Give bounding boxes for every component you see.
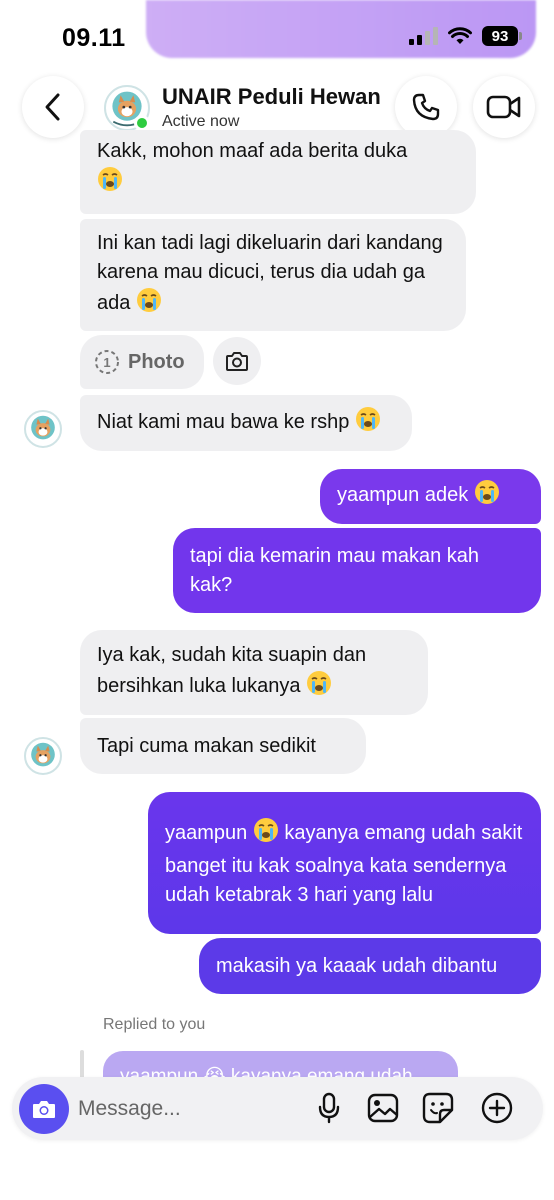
crying-face-icon <box>136 287 162 322</box>
message-outgoing[interactable]: makasih ya kaaak udah dibantu <box>199 938 541 994</box>
video-camera-icon <box>486 95 521 119</box>
message-incoming[interactable]: Ini kan tadi lagi dikeluarin dari kandan… <box>80 219 466 331</box>
message-incoming[interactable]: Kakk, mohon maaf ada berita duka <box>80 130 476 214</box>
video-call-button[interactable] <box>473 76 535 138</box>
camera-icon <box>226 352 248 371</box>
wifi-icon <box>448 27 472 44</box>
phone-icon <box>412 93 440 121</box>
message-text: Tapi cuma makan sedikit <box>97 734 316 757</box>
message-input[interactable] <box>78 1089 298 1129</box>
voice-call-button[interactable] <box>395 76 457 138</box>
back-button[interactable] <box>22 76 84 138</box>
message-incoming[interactable]: Niat kami mau bawa ke rshp <box>80 395 412 451</box>
message-text: Niat kami mau bawa ke rshp <box>97 410 350 433</box>
more-options-button[interactable] <box>480 1091 514 1125</box>
view-once-icon: 1 <box>95 350 119 374</box>
contact-avatar-small[interactable] <box>24 410 62 448</box>
camera-reply-button[interactable] <box>213 337 261 385</box>
status-icons: 93 <box>409 26 522 46</box>
chevron-left-icon <box>45 93 60 121</box>
cellular-signal-icon <box>409 27 438 45</box>
svg-text:1: 1 <box>103 355 110 370</box>
microphone-icon <box>318 1092 340 1124</box>
online-status-dot <box>134 115 150 131</box>
crying-face-icon <box>253 817 279 852</box>
message-outgoing[interactable]: yaampun adek <box>320 469 541 524</box>
crying-face-icon <box>355 406 381 441</box>
crying-face-icon <box>306 670 332 705</box>
gallery-button[interactable] <box>366 1091 400 1125</box>
view-once-photo[interactable]: 1 Photo <box>80 335 204 389</box>
status-bar: 09.11 93 <box>0 0 554 70</box>
message-outgoing[interactable]: tapi dia kemarin mau makan kah kak? <box>173 528 541 613</box>
crying-face-icon <box>474 479 500 514</box>
message-outgoing[interactable]: yaampun kayanya emang udah sakit banget … <box>148 792 541 934</box>
message-incoming[interactable]: Iya kak, sudah kita suapin dan bersihkan… <box>80 630 428 715</box>
message-text: tapi dia kemarin mau makan kah kak? <box>190 544 480 596</box>
sticker-button[interactable] <box>421 1091 455 1125</box>
view-once-photo-label: Photo <box>128 350 185 373</box>
camera-icon <box>33 1101 55 1118</box>
message-text-start: yaampun <box>165 821 248 844</box>
sticker-icon <box>422 1092 454 1124</box>
message-incoming[interactable]: Tapi cuma makan sedikit <box>80 718 366 774</box>
message-composer <box>12 1077 543 1140</box>
contact-name[interactable]: UNAIR Peduli Hewan <box>162 84 381 110</box>
contact-avatar-small[interactable] <box>24 737 62 775</box>
crying-face-icon <box>97 166 123 201</box>
message-text: yaampun adek <box>337 484 469 506</box>
contact-active-status: Active now <box>162 113 240 130</box>
battery-indicator: 93 <box>482 26 522 46</box>
message-text: Kakk, mohon maaf ada berita duka <box>97 140 408 162</box>
camera-button[interactable] <box>19 1084 69 1134</box>
plus-circle-icon <box>481 1092 513 1124</box>
message-text: makasih ya kaaak udah dibantu <box>216 954 498 977</box>
status-time: 09.11 <box>62 24 126 52</box>
microphone-button[interactable] <box>312 1091 346 1125</box>
replied-label: Replied to you <box>103 1016 206 1033</box>
image-icon <box>367 1093 399 1123</box>
